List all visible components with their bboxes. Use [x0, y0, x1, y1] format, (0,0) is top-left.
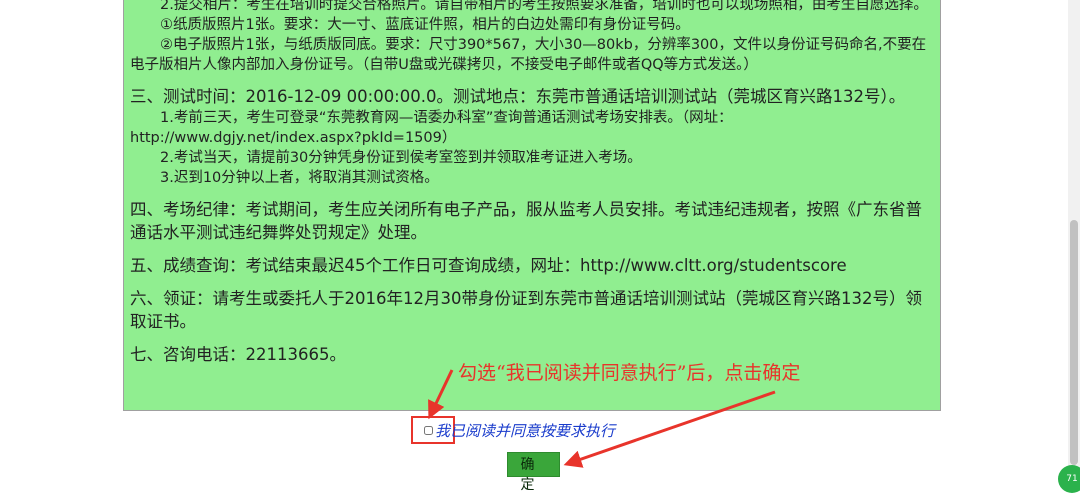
- arrow-to-confirm: [563, 390, 776, 468]
- arrow-to-checkbox: [428, 369, 454, 420]
- scrollbar-thumb[interactable]: [1070, 220, 1078, 465]
- annotation-arrows: [428, 369, 776, 468]
- scrollbar-track[interactable]: [1068, 0, 1080, 489]
